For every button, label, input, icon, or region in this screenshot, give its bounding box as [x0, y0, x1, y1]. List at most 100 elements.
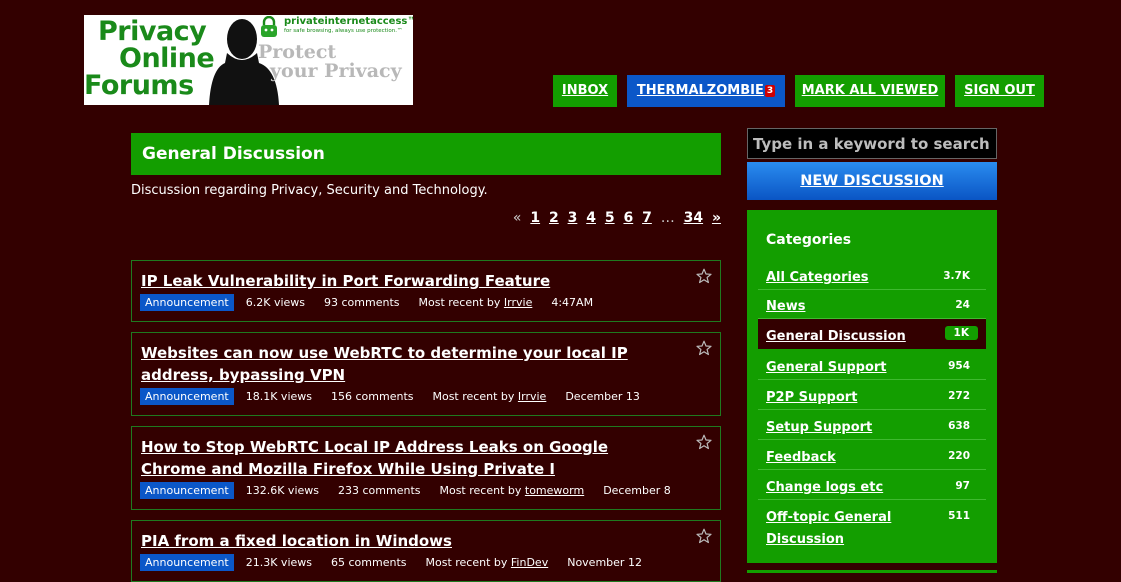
- discussion-title-link[interactable]: PIA from a fixed location in Windows: [141, 530, 671, 552]
- category-item-p2p-support[interactable]: P2P Support 272: [758, 380, 986, 410]
- category-name: All Categories: [766, 270, 869, 285]
- recent-user-link[interactable]: Irrvie: [504, 296, 532, 309]
- pager-ellipsis: …: [660, 210, 675, 226]
- category-name: Off-topic General Discussion: [766, 510, 892, 547]
- category-name: News: [766, 299, 806, 314]
- logo-title-line2: Online: [119, 43, 215, 74]
- inbox-label: INBOX: [561, 83, 609, 98]
- inbox-button[interactable]: INBOX: [553, 75, 617, 107]
- tagline-line2: your Privacy: [270, 60, 402, 82]
- pager-last-page[interactable]: 34: [684, 210, 703, 226]
- page-title: General Discussion: [131, 133, 721, 175]
- sign-out-label: SIGN OUT: [964, 83, 1035, 98]
- pager-page-7[interactable]: 7: [642, 210, 652, 226]
- recent-time: December 8: [603, 484, 671, 497]
- views-count: 18.1K views: [245, 390, 312, 403]
- announcement-tag: Announcement: [140, 294, 234, 311]
- logo-title-line3: Forums: [84, 70, 194, 101]
- most-recent-label: Most recent by: [439, 484, 522, 497]
- discussion-meta: Announcement 18.1K views 156 comments Most …: [140, 388, 640, 405]
- category-name: Feedback: [766, 450, 836, 465]
- discussion-item: IP Leak Vulnerability in Port Forwarding…: [131, 260, 721, 322]
- comments-count: 65 comments: [331, 556, 407, 569]
- mark-all-viewed-label: MARK ALL VIEWED: [801, 83, 939, 98]
- lock-icon: [261, 16, 277, 37]
- recent-user-link[interactable]: tomeworm: [525, 484, 584, 497]
- discussion-meta: Announcement 132.6K views 233 comments Most…: [140, 482, 671, 499]
- pia-brand: privateinternetaccess™: [284, 16, 413, 27]
- category-count: 954: [948, 360, 970, 372]
- logo-tagline: Protect your Privacy: [258, 43, 402, 81]
- discussion-title-link[interactable]: How to Stop WebRTC Local IP Address Leak…: [141, 436, 671, 480]
- pagination: « 1 2 3 4 5 6 7 … 34 »: [509, 210, 721, 226]
- categories-panel: Categories All Categories 3.7K News 24 G…: [747, 210, 997, 563]
- bookmark-star-icon[interactable]: [696, 340, 712, 356]
- bookmark-star-icon[interactable]: [696, 434, 712, 450]
- sign-out-button[interactable]: SIGN OUT: [955, 75, 1044, 107]
- announcement-tag: Announcement: [140, 388, 234, 405]
- pager-next[interactable]: »: [712, 210, 721, 226]
- category-count: 1K: [944, 326, 978, 340]
- category-count: 272: [948, 390, 970, 402]
- pager-page-5[interactable]: 5: [605, 210, 615, 226]
- discussion-meta: Announcement 21.3K views 65 comments Most r…: [140, 554, 642, 571]
- pager-prev: «: [512, 210, 522, 226]
- category-name: Setup Support: [766, 420, 873, 435]
- recent-user-link[interactable]: Irrvie: [518, 390, 546, 403]
- category-item-change-logs[interactable]: Change logs etc 97: [758, 470, 986, 500]
- site-logo[interactable]: Privacy Online Forums privateinternetacc…: [84, 15, 413, 105]
- discussion-item: Websites can now use WebRTC to determine…: [131, 332, 721, 416]
- discussion-meta: Announcement 6.2K views 93 comments Most re…: [140, 294, 594, 311]
- pager-page-2[interactable]: 2: [549, 210, 559, 226]
- category-count: 97: [955, 480, 970, 492]
- category-item-general-support[interactable]: General Support 954: [758, 350, 986, 380]
- category-count: 24: [955, 299, 970, 311]
- category-name: P2P Support: [766, 390, 858, 405]
- category-count: 511: [948, 510, 970, 522]
- views-count: 132.6K views: [245, 484, 319, 497]
- comments-count: 156 comments: [331, 390, 414, 403]
- most-recent-label: Most recent by: [418, 296, 501, 309]
- category-description: Discussion regarding Privacy, Security a…: [131, 183, 488, 198]
- category-item-setup-support[interactable]: Setup Support 638: [758, 410, 986, 440]
- category-count: 220: [948, 450, 970, 462]
- category-name: General Discussion: [766, 329, 906, 344]
- recent-user-link[interactable]: FinDev: [511, 556, 548, 569]
- views-count: 21.3K views: [245, 556, 312, 569]
- category-count: 638: [948, 420, 970, 432]
- pager-page-4[interactable]: 4: [586, 210, 596, 226]
- most-recent-label: Most recent by: [425, 556, 508, 569]
- pager-page-1[interactable]: 1: [530, 210, 540, 226]
- most-recent-label: Most recent by: [432, 390, 515, 403]
- comments-count: 93 comments: [324, 296, 400, 309]
- category-name: Change logs etc: [766, 480, 884, 495]
- announcement-tag: Announcement: [140, 554, 234, 571]
- bookmark-star-icon[interactable]: [696, 268, 712, 284]
- logo-title-line1: Privacy: [98, 16, 207, 47]
- pager-page-3[interactable]: 3: [568, 210, 578, 226]
- search-input[interactable]: [747, 128, 997, 159]
- views-count: 6.2K views: [245, 296, 305, 309]
- categories-heading: Categories: [766, 232, 852, 248]
- pager-page-6[interactable]: 6: [623, 210, 633, 226]
- recent-time: 4:47AM: [551, 296, 594, 309]
- category-item-general-discussion[interactable]: General Discussion 1K: [758, 319, 986, 349]
- discussion-item: How to Stop WebRTC Local IP Address Leak…: [131, 426, 721, 510]
- category-name: General Support: [766, 360, 887, 375]
- user-profile-button[interactable]: THERMALZOMBIE 3: [627, 75, 785, 107]
- username-label: THERMALZOMBIE: [636, 83, 764, 98]
- discussion-title-link[interactable]: IP Leak Vulnerability in Port Forwarding…: [141, 270, 671, 292]
- new-discussion-button[interactable]: NEW DISCUSSION: [747, 162, 997, 200]
- comments-count: 233 comments: [338, 484, 421, 497]
- recent-time: December 13: [565, 390, 640, 403]
- notification-badge: 3: [764, 84, 776, 97]
- announcement-tag: Announcement: [140, 482, 234, 499]
- category-item-all[interactable]: All Categories 3.7K: [758, 260, 986, 290]
- discussion-title-link[interactable]: Websites can now use WebRTC to determine…: [141, 342, 671, 386]
- recent-time: November 12: [567, 556, 642, 569]
- mark-all-viewed-button[interactable]: MARK ALL VIEWED: [795, 75, 945, 107]
- category-item-off-topic[interactable]: Off-topic General Discussion 511: [758, 500, 986, 552]
- category-item-feedback[interactable]: Feedback 220: [758, 440, 986, 470]
- bookmark-star-icon[interactable]: [696, 528, 712, 544]
- category-item-news[interactable]: News 24: [758, 289, 986, 319]
